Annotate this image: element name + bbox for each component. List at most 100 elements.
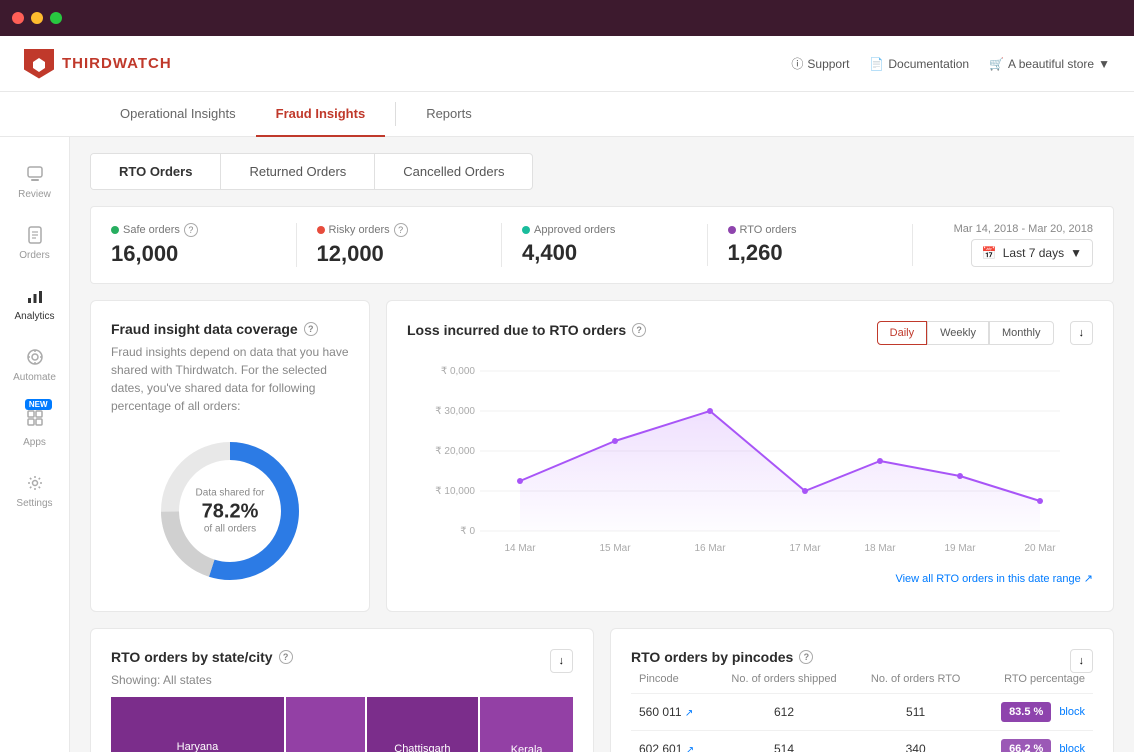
fraud-coverage-card: Fraud insight data coverage ? Fraud insi… (90, 300, 370, 612)
approved-orders-value: 4,400 (522, 240, 687, 266)
chart-header: Loss incurred due to RTO orders ? Daily … (407, 321, 1093, 345)
block-link-2[interactable]: block (1059, 743, 1085, 752)
bar-empty1 (286, 697, 365, 752)
risky-orders-info-icon[interactable]: ? (394, 223, 408, 237)
donut-container: Data shared for 78.2% of all orders (111, 431, 349, 591)
stat-rto-orders: RTO orders 1,260 (708, 224, 914, 266)
sidebar-item-settings[interactable]: Settings (0, 462, 69, 519)
fraud-coverage-info-icon[interactable]: ? (304, 322, 318, 336)
pincode-link-icon-2[interactable]: ↗ (686, 745, 694, 752)
rto-pct-cell-1: 83.5 % block (977, 694, 1093, 731)
sidebar-label-review: Review (18, 189, 51, 200)
state-download-btn[interactable]: ↓ (550, 649, 574, 673)
bar-label-chattisgarh: Chattisgarh (394, 743, 450, 752)
state-card-title: RTO orders by state/city (111, 649, 273, 665)
donut-center: Data shared for 78.2% of all orders (196, 488, 265, 535)
rto-pill-2: 66.2 % (1001, 739, 1051, 752)
pincode-link-icon-1[interactable]: ↗ (685, 708, 693, 719)
sidebar-item-apps[interactable]: NEW Apps (0, 397, 69, 458)
orders-icon (24, 224, 46, 246)
sidebar-label-analytics: Analytics (14, 311, 54, 322)
nav-fraud-insights[interactable]: Fraud Insights (256, 92, 386, 137)
stats-row: Safe orders ? 16,000 Risky orders ? 12,0… (90, 206, 1114, 284)
rto-cell-2: 340 (854, 731, 977, 752)
top-navbar: THIRDWATCH ⓘ Support 📄 Documentation 🛒 A… (0, 36, 1134, 92)
bar-haryana: Haryana 190 (111, 697, 284, 752)
store-link[interactable]: 🛒 A beautiful store ▼ (989, 57, 1110, 71)
safe-orders-info-icon[interactable]: ? (184, 223, 198, 237)
bar-label-kerala: Kerala (511, 744, 543, 752)
chart-download-btn[interactable]: ↓ (1070, 321, 1094, 345)
subtab-cancelled-orders[interactable]: Cancelled Orders (375, 154, 532, 189)
close-dot[interactable] (12, 12, 24, 24)
bar-label-haryana: Haryana (177, 741, 219, 752)
logo-icon (24, 49, 54, 79)
settings-icon (24, 472, 46, 494)
nav-reports[interactable]: Reports (406, 92, 492, 137)
chart-footer: View all RTO orders in this date range ↗ (407, 572, 1093, 585)
nav-operational-insights[interactable]: Operational Insights (100, 92, 256, 137)
bottom-row: RTO orders by state/city ? ↓ Showing: Al… (90, 628, 1114, 752)
store-icon: 🛒 (989, 57, 1004, 71)
state-info-icon[interactable]: ? (279, 650, 293, 664)
col-rto-pct: RTO percentage (977, 673, 1093, 694)
pincode-download-btn[interactable]: ↓ (1070, 649, 1094, 673)
sidebar-item-orders[interactable]: Orders (0, 214, 69, 271)
rto-by-state-card: RTO orders by state/city ? ↓ Showing: Al… (90, 628, 594, 752)
view-all-rto-link[interactable]: View all RTO orders in this date range (895, 573, 1080, 585)
pincode-card-title: RTO orders by pincodes (631, 649, 793, 665)
documentation-link[interactable]: 📄 Documentation (869, 57, 969, 71)
donut-sublabel: of all orders (196, 524, 265, 535)
rto-chart-info-icon[interactable]: ? (632, 323, 646, 337)
svg-text:16 Mar: 16 Mar (694, 543, 726, 554)
sidebar-label-apps: Apps (23, 437, 46, 448)
approved-orders-label: Approved orders (534, 224, 615, 236)
automate-icon (24, 346, 46, 368)
approved-orders-dot (522, 226, 530, 234)
rto-chart-title: Loss incurred due to RTO orders (407, 322, 626, 338)
bar-kerala: Kerala 54 (480, 697, 573, 752)
logo: THIRDWATCH (24, 49, 172, 79)
sidebar-item-review[interactable]: Review (0, 153, 69, 210)
fraud-coverage-title: Fraud insight data coverage (111, 321, 298, 337)
state-showing-label: Showing: All states (111, 673, 573, 687)
svg-text:₹ 30,000: ₹ 30,000 (435, 406, 475, 417)
chart-btn-monthly[interactable]: Monthly (989, 321, 1054, 345)
sidebar: Review Orders (0, 137, 70, 752)
subtab-returned-orders[interactable]: Returned Orders (221, 154, 375, 189)
svg-text:₹ 10,000: ₹ 10,000 (435, 486, 475, 497)
date-range-select[interactable]: 📅 Last 7 days ▼ (971, 239, 1093, 267)
sidebar-label-automate: Automate (13, 372, 56, 383)
stat-safe-orders: Safe orders ? 16,000 (111, 223, 297, 267)
middle-row: Fraud insight data coverage ? Fraud insi… (90, 300, 1114, 612)
rto-cell-1: 511 (854, 694, 977, 731)
risky-orders-value: 12,000 (317, 241, 482, 267)
fraud-coverage-description: Fraud insights depend on data that you h… (111, 343, 349, 415)
svg-text:19 Mar: 19 Mar (944, 543, 976, 554)
sidebar-item-analytics[interactable]: Analytics (0, 275, 69, 332)
svg-text:₹ 0: ₹ 0 (460, 526, 475, 537)
svg-text:₹ 20,000: ₹ 20,000 (435, 446, 475, 457)
chart-btn-weekly[interactable]: Weekly (927, 321, 989, 345)
table-row: 602 601 ↗ 514 340 66.2 % block (631, 731, 1093, 752)
sub-tabs: RTO Orders Returned Orders Cancelled Ord… (90, 153, 533, 190)
sidebar-label-settings: Settings (16, 498, 52, 509)
main-navbar: Operational Insights Fraud Insights Repo… (0, 92, 1134, 137)
minimize-dot[interactable] (31, 12, 43, 24)
maximize-dot[interactable] (50, 12, 62, 24)
sidebar-item-automate[interactable]: Automate (0, 336, 69, 393)
nav-divider (395, 102, 396, 126)
risky-orders-label: Risky orders (329, 224, 390, 236)
block-link-1[interactable]: block (1059, 706, 1085, 718)
date-range-picker: Mar 14, 2018 - Mar 20, 2018 📅 Last 7 day… (913, 223, 1093, 267)
risky-orders-dot (317, 226, 325, 234)
rto-by-pincode-card: RTO orders by pincodes ? ↓ Pincode No. o… (610, 628, 1114, 752)
rto-orders-dot (728, 226, 736, 234)
safe-orders-dot (111, 226, 119, 234)
main-content: RTO Orders Returned Orders Cancelled Ord… (70, 137, 1134, 752)
apps-icon (24, 407, 46, 429)
subtab-rto-orders[interactable]: RTO Orders (91, 154, 221, 189)
support-link[interactable]: ⓘ Support (791, 55, 849, 72)
pincode-info-icon[interactable]: ? (799, 650, 813, 664)
chart-btn-daily[interactable]: Daily (877, 321, 927, 345)
